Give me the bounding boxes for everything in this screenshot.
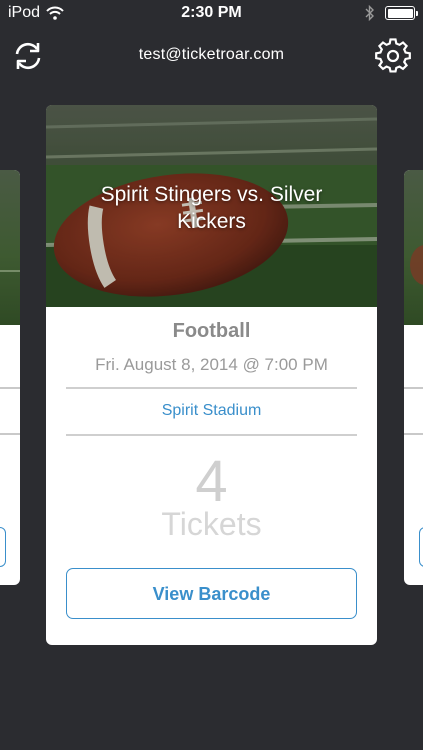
previous-card-divider	[0, 433, 20, 435]
event-date: Fri. August 8, 2014 @ 7:00 PM	[95, 355, 328, 374]
event-sport: Football	[172, 320, 251, 342]
ticket-count-label: Tickets	[161, 506, 262, 542]
previous-card-button[interactable]	[0, 527, 6, 567]
next-card-button[interactable]	[419, 527, 423, 567]
view-barcode-button[interactable]: View Barcode	[66, 568, 357, 619]
event-hero-image: Spirit Stingers vs. Silver Kickers	[46, 105, 377, 307]
nav-bar: test@ticketroar.com	[0, 30, 423, 82]
account-email: test@ticketroar.com	[138, 46, 285, 63]
divider	[66, 434, 357, 436]
ticket-count: 4	[195, 449, 228, 514]
divider	[66, 387, 357, 389]
event-title: Spirit Stingers vs. Silver Kickers	[100, 183, 323, 233]
status-time: 2:30 PM	[181, 4, 242, 21]
next-ticket-card[interactable]	[404, 170, 423, 585]
previous-card-image	[0, 170, 20, 325]
status-bar: iPod 2:30 PM	[0, 0, 423, 28]
gear-icon[interactable]	[375, 38, 411, 74]
event-venue[interactable]: Spirit Stadium	[46, 402, 377, 420]
previous-card-divider	[0, 387, 20, 389]
bluetooth-icon	[365, 5, 374, 21]
ticket-card[interactable]: Spirit Stingers vs. Silver Kickers Footb…	[46, 105, 377, 645]
battery-icon	[385, 6, 418, 20]
previous-ticket-card[interactable]	[0, 170, 20, 585]
status-right	[365, 5, 418, 21]
next-card-image	[404, 170, 423, 325]
next-card-divider	[404, 387, 423, 389]
next-card-divider	[404, 433, 423, 435]
